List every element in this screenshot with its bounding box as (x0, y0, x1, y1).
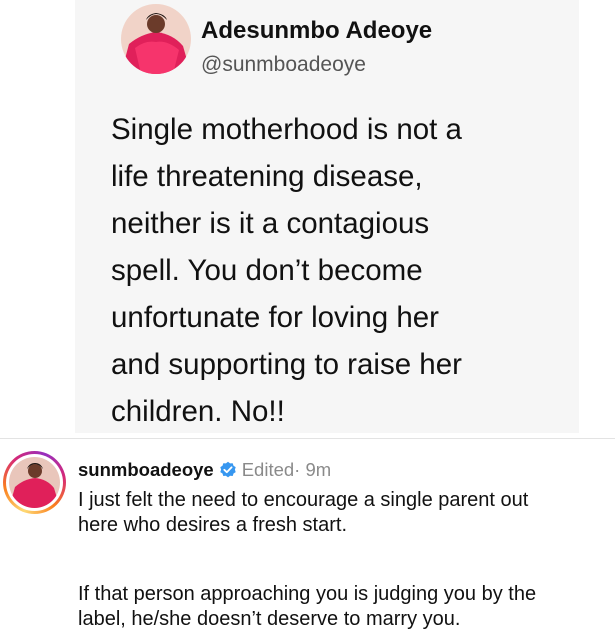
caption-author-avatar[interactable] (3, 451, 66, 514)
tweet-body-line: spell. You don’t become (111, 254, 423, 287)
verified-badge-icon (219, 461, 237, 479)
caption-paragraph-2: If that person approaching you is judgin… (78, 582, 612, 632)
caption-line: I just felt the need to encourage a sing… (78, 489, 529, 511)
caption-line: here who desires a fresh start. (78, 514, 348, 536)
tweet-body-line: and supporting to raise her (111, 348, 462, 381)
tweet-body-line: life threatening disease, (111, 160, 423, 193)
tweet-body-line: unfortunate for loving her (111, 301, 439, 334)
caption-line: label, he/she doesn’t deserve to marry y… (78, 608, 461, 630)
tweet-author-name: Adesunmbo Adeoye (201, 17, 433, 44)
tweet-body-line: Single motherhood is not a (111, 113, 462, 146)
tweet-author-handle: @sunmboadeoye (201, 53, 366, 76)
caption-header: sunmboadeoye Edited · 9m (78, 459, 331, 481)
tweet-body-line: children. No!! (111, 395, 285, 428)
edited-label: Edited (241, 459, 295, 480)
post-timestamp: · 9m (294, 459, 332, 480)
section-divider (0, 438, 615, 439)
tweet-author-avatar (121, 4, 191, 74)
caption-paragraph-1: I just felt the need to encourage a sing… (78, 488, 612, 538)
tweet-body-line: neither is it a contagious (111, 207, 430, 240)
tweet-body-text: Single motherhood is not a life threaten… (111, 106, 571, 435)
caption-username[interactable]: sunmboadeoye (78, 459, 214, 481)
avatar-photo (9, 457, 60, 508)
caption-line: If that person approaching you is judgin… (78, 583, 537, 605)
